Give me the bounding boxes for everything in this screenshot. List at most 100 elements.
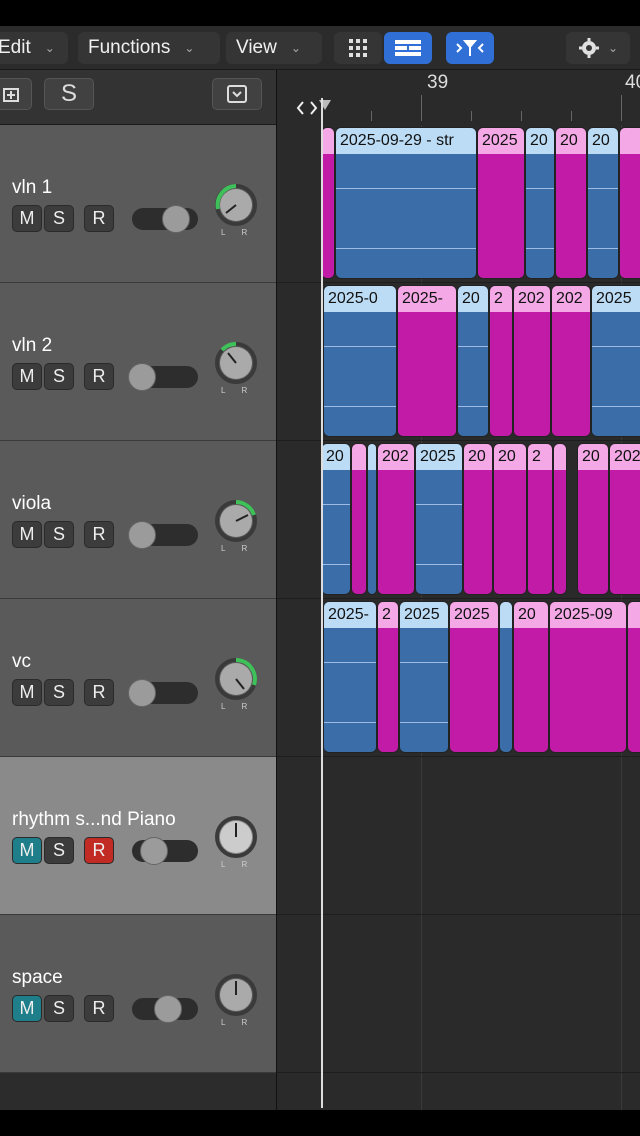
region[interactable]: 20 (493, 443, 527, 595)
region[interactable]: 202 (609, 443, 640, 595)
volume-slider[interactable] (132, 837, 198, 865)
region[interactable]: 202 (513, 285, 551, 437)
region[interactable]: 2 (527, 443, 553, 595)
track-vln2[interactable]: vln 2 M S R LR (0, 283, 276, 441)
track-name: rhythm s...nd Piano (12, 809, 176, 830)
volume-slider[interactable] (132, 995, 198, 1023)
region[interactable]: 2025 (399, 601, 449, 753)
region[interactable]: 20 (457, 285, 489, 437)
pan-knob-icon[interactable] (214, 973, 258, 1017)
functions-menu[interactable]: Functions ⌄ (78, 32, 220, 64)
mute-button[interactable]: M (12, 521, 42, 548)
region[interactable]: 2025-0 (323, 285, 397, 437)
mute-button[interactable]: M (12, 205, 42, 232)
add-track-button[interactable] (0, 78, 32, 110)
playhead[interactable] (321, 98, 323, 1108)
pan-lr-label: LR (221, 1018, 264, 1027)
arrange-area[interactable]: 2025-09-29 - str 2025 20 20 20 2025-0 20… (276, 125, 640, 1110)
top-system-bar (0, 0, 640, 26)
lane-vc: 2025- 2 2025 2025 20 2025-09 (277, 599, 640, 757)
track-vc[interactable]: vc M S R LR (0, 599, 276, 757)
add-track-icon (3, 88, 19, 102)
region[interactable]: 2025- (323, 601, 377, 753)
mute-button[interactable]: M (12, 363, 42, 390)
region[interactable]: 2025-09-29 - str (335, 127, 477, 279)
region[interactable] (321, 127, 335, 279)
track-viola[interactable]: viola M S R LR (0, 441, 276, 599)
region[interactable]: 20 (321, 443, 351, 595)
solo-button[interactable]: S (44, 205, 74, 232)
record-button[interactable]: R (84, 679, 114, 706)
solo-button[interactable]: S (44, 837, 74, 864)
lane-vln2: 2025-0 2025- 20 2 202 202 2025 (277, 283, 640, 441)
pan-knob-icon[interactable] (214, 499, 258, 543)
record-button[interactable]: R (84, 837, 114, 864)
pan-knob-icon[interactable] (214, 815, 258, 859)
grid-view-button[interactable] (334, 32, 382, 64)
solo-button[interactable]: S (44, 521, 74, 548)
edit-menu-label: Edit (0, 37, 31, 58)
region[interactable]: 2 (489, 285, 513, 437)
chevron-down-icon: ⌄ (44, 41, 55, 55)
track-name: vc (12, 651, 31, 672)
solo-button[interactable]: S (44, 995, 74, 1022)
solo-button[interactable]: S (44, 363, 74, 390)
settings-button[interactable]: ⌄ (566, 32, 630, 64)
track-options-button[interactable] (212, 78, 262, 110)
mute-button[interactable]: M (12, 995, 42, 1022)
lane-space (277, 915, 640, 1073)
track-vln1[interactable]: vln 1 M S R LR (0, 125, 276, 283)
region[interactable]: 2025 (477, 127, 525, 279)
region[interactable] (351, 443, 367, 595)
record-button[interactable]: R (84, 521, 114, 548)
region[interactable]: 2 (377, 601, 399, 753)
chevron-down-icon: ⌄ (607, 41, 619, 55)
global-solo-button[interactable]: S (44, 78, 94, 110)
region[interactable]: 202 (551, 285, 591, 437)
region[interactable]: 20 (577, 443, 609, 595)
region[interactable]: 2025 (415, 443, 463, 595)
record-button[interactable]: R (84, 363, 114, 390)
region[interactable] (499, 601, 513, 753)
region[interactable]: 20 (463, 443, 493, 595)
record-button[interactable]: R (84, 995, 114, 1022)
mute-button[interactable]: M (12, 679, 42, 706)
region[interactable]: 2025-09 (549, 601, 627, 753)
track-rhythm-piano[interactable]: rhythm s...nd Piano M S R LR (0, 757, 276, 915)
playhead-handle-icon[interactable] (295, 98, 335, 118)
pan-knob-icon[interactable] (214, 657, 258, 701)
pan-lr-label: LR (221, 860, 264, 869)
volume-slider[interactable] (128, 363, 198, 391)
solo-button[interactable]: S (44, 679, 74, 706)
pan-lr-label: LR (221, 544, 264, 553)
track-name: viola (12, 493, 52, 514)
region[interactable]: 202 (377, 443, 415, 595)
region[interactable]: 20 (525, 127, 555, 279)
grid-icon (349, 39, 367, 57)
volume-slider[interactable] (132, 205, 198, 233)
region[interactable] (619, 127, 640, 279)
record-button[interactable]: R (84, 205, 114, 232)
bar-number-39: 39 (427, 72, 449, 93)
timeline-ruler[interactable]: 39 40 (276, 70, 640, 125)
pan-knob-icon[interactable] (214, 183, 258, 227)
volume-slider[interactable] (128, 521, 198, 549)
lane-vln1: 2025-09-29 - str 2025 20 20 20 (277, 125, 640, 283)
region[interactable] (367, 443, 377, 595)
region[interactable]: 20 (555, 127, 587, 279)
pan-knob-icon[interactable] (214, 341, 258, 385)
tracks-view-button[interactable] (384, 32, 432, 64)
region[interactable]: 2025 (449, 601, 499, 753)
view-menu[interactable]: View ⌄ (226, 32, 322, 64)
catch-button[interactable] (446, 32, 494, 64)
region[interactable]: 2025 (591, 285, 640, 437)
region[interactable]: 20 (587, 127, 619, 279)
volume-slider[interactable] (128, 679, 198, 707)
region[interactable] (553, 443, 567, 595)
region[interactable]: 20 (513, 601, 549, 753)
track-space[interactable]: space M S R LR (0, 915, 276, 1073)
mute-button[interactable]: M (12, 837, 42, 864)
region[interactable]: 2025- (397, 285, 457, 437)
edit-menu[interactable]: Edit ⌄ (0, 32, 68, 64)
region[interactable] (627, 601, 640, 753)
